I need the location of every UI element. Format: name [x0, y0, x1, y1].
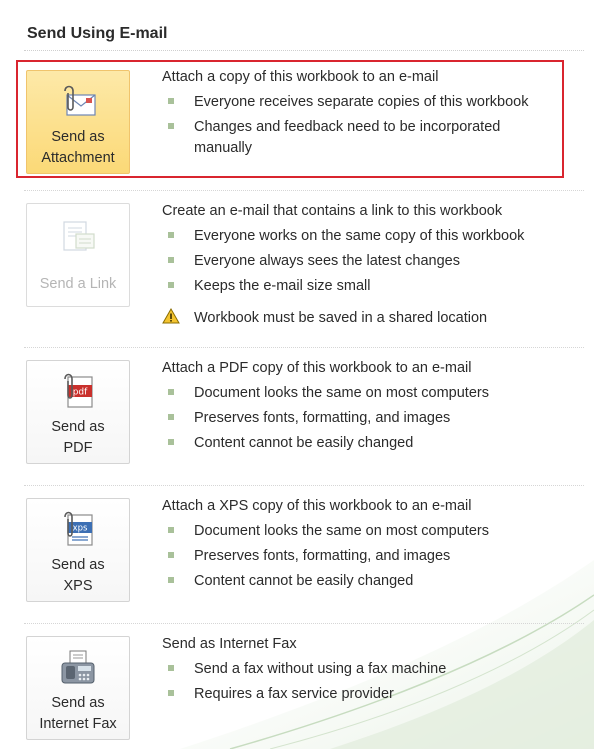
- bullet-marker: [168, 232, 174, 238]
- pdf-heading: Attach a PDF copy of this workbook to an…: [162, 360, 472, 376]
- fax-heading: Send as Internet Fax: [162, 636, 297, 652]
- bullet-text: Everyone works on the same copy of this …: [194, 228, 525, 244]
- bullet-text: Preserves fonts, formatting, and images: [194, 548, 451, 564]
- bullet-text: Content cannot be easily changed: [194, 435, 414, 451]
- bullet-marker: [168, 577, 174, 583]
- bullet-text: Requires a fax service provider: [194, 686, 394, 702]
- send-a-link-button[interactable]: Send a Link: [26, 203, 130, 307]
- label-line-1: Send as: [51, 695, 105, 711]
- selection-highlight-box: [16, 60, 564, 178]
- bullet-marker: [168, 552, 174, 558]
- bullet-marker: [168, 389, 174, 395]
- bullet-text: Document looks the same on most computer…: [194, 385, 489, 401]
- label-line-2: XPS: [63, 578, 93, 594]
- bullet-marker: [168, 439, 174, 445]
- bullet-marker: [168, 690, 174, 696]
- bullet-text: Keeps the e-mail size small: [194, 278, 371, 294]
- send-a-link-label: Send a Link: [27, 274, 129, 295]
- bullet-text: Document looks the same on most computer…: [194, 523, 489, 539]
- bullet-marker: [168, 665, 174, 671]
- pdf-icon-text: pdf: [73, 388, 88, 398]
- bullet-text: Send a fax without using a fax machine: [194, 661, 447, 677]
- pdf-icon: pdf: [64, 373, 93, 408]
- label-line-2: PDF: [63, 440, 93, 456]
- section-divider: [24, 485, 584, 486]
- label-line-1: Send as: [51, 419, 105, 435]
- xps-heading: Attach a XPS copy of this workbook to an…: [162, 498, 472, 514]
- bullet-marker: [168, 282, 174, 288]
- label-line-2: Internet Fax: [39, 716, 117, 732]
- section-divider: [24, 623, 584, 624]
- send-as-pdf-button[interactable]: pdf Send as PDF: [26, 360, 130, 464]
- link-icon: [63, 221, 95, 251]
- xps-icon: xps: [64, 511, 93, 546]
- section-divider: [24, 190, 584, 191]
- link-heading: Create an e-mail that contains a link to…: [162, 203, 503, 219]
- send-as-xps-label: Send as XPS: [27, 555, 129, 597]
- title-divider: [24, 50, 584, 51]
- bullet-marker: [168, 527, 174, 533]
- send-using-email-panel: Send Using E-mail Send as Attachment Att…: [0, 0, 594, 749]
- section-divider: [24, 347, 584, 348]
- send-as-xps-button[interactable]: xps Send as XPS: [26, 498, 130, 602]
- warning-text: Workbook must be saved in a shared locat…: [194, 310, 488, 326]
- bullet-marker: [168, 257, 174, 263]
- fax-icon: [61, 650, 95, 684]
- bullet-text: Preserves fonts, formatting, and images: [194, 410, 451, 426]
- send-as-internet-fax-label: Send as Internet Fax: [27, 693, 129, 735]
- xps-icon-text: xps: [73, 524, 88, 534]
- send-as-pdf-label: Send as PDF: [27, 417, 129, 459]
- bullet-text: Content cannot be easily changed: [194, 573, 414, 589]
- send-as-internet-fax-button[interactable]: Send as Internet Fax: [26, 636, 130, 740]
- bullet-marker: [168, 414, 174, 420]
- bullet-text: Everyone always sees the latest changes: [194, 253, 460, 269]
- label-line-1: Send a Link: [39, 276, 117, 292]
- label-line-1: Send as: [51, 557, 105, 573]
- panel-title: Send Using E-mail: [27, 25, 168, 42]
- warning-icon: [162, 308, 180, 324]
